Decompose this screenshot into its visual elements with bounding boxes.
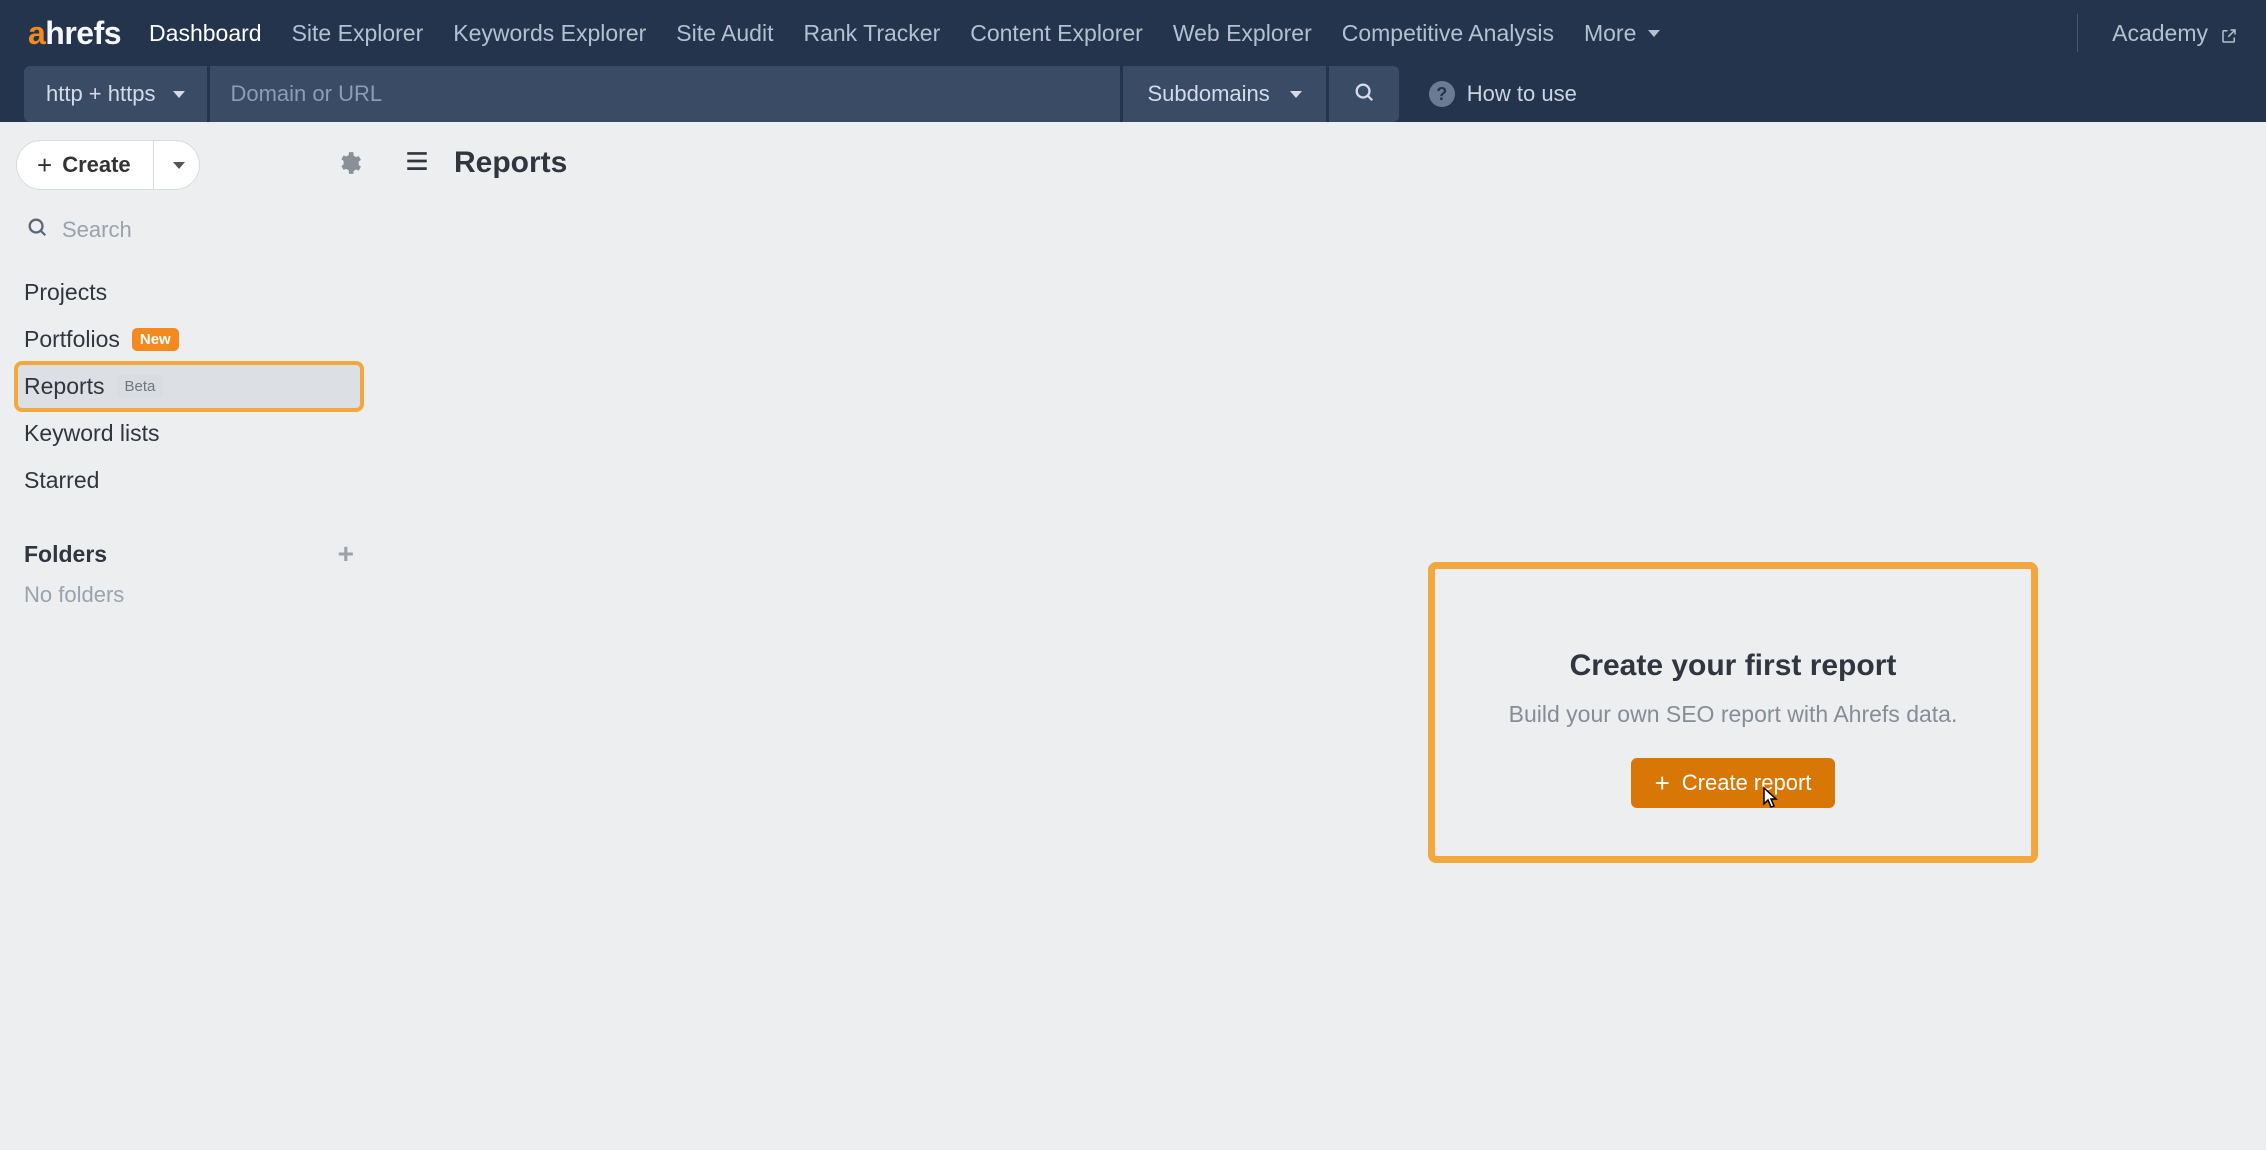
sidebar-search-input[interactable] <box>62 217 352 243</box>
create-label: Create <box>62 152 130 178</box>
nav-divider <box>2077 14 2078 52</box>
logo-letter-a: a <box>28 15 45 52</box>
create-button: + Create <box>16 140 200 190</box>
logo-rest: hrefs <box>45 15 121 52</box>
nav-academy-label: Academy <box>2112 20 2208 47</box>
sidebar-list: Projects Portfolios New Reports Beta Key… <box>16 269 362 504</box>
sidebar-item-keyword-lists[interactable]: Keyword lists <box>16 410 362 457</box>
sidebar: + Create Projects Portfolios <box>0 122 378 1150</box>
sidebar-item-projects[interactable]: Projects <box>16 269 362 316</box>
search-button[interactable] <box>1329 66 1399 122</box>
search-icon <box>1353 81 1375 108</box>
caret-down-icon <box>173 91 185 98</box>
sidebar-item-starred[interactable]: Starred <box>16 457 362 504</box>
top-nav: ahrefs Dashboard Site Explorer Keywords … <box>0 0 2266 66</box>
cursor-icon <box>1757 786 1779 818</box>
caret-down-icon <box>1290 91 1302 98</box>
sidebar-item-label: Portfolios <box>24 326 120 353</box>
folders-empty: No folders <box>16 576 362 614</box>
sidebar-item-portfolios[interactable]: Portfolios New <box>16 316 362 363</box>
mode-label: Subdomains <box>1147 81 1269 107</box>
sidebar-top: + Create <box>16 140 362 190</box>
create-report-label: Create report <box>1682 770 1812 796</box>
main: Reports Create your first report Build y… <box>378 122 2266 1150</box>
url-input[interactable] <box>210 66 1120 122</box>
main-head: Reports <box>402 146 2242 180</box>
body: + Create Projects Portfolios <box>0 122 2266 1150</box>
logo[interactable]: ahrefs <box>28 15 121 52</box>
empty-state-card: Create your first report Build your own … <box>1428 562 2038 863</box>
page-title: Reports <box>454 146 567 180</box>
how-to-use[interactable]: ? How to use <box>1429 81 1577 107</box>
folders-heading-label: Folders <box>24 541 107 568</box>
nav-site-explorer[interactable]: Site Explorer <box>292 20 424 47</box>
search-icon <box>26 216 48 243</box>
plus-icon: + <box>1655 770 1670 796</box>
hamburger-icon <box>402 161 432 178</box>
nav-academy[interactable]: Academy <box>2112 20 2238 47</box>
nav-more[interactable]: More <box>1584 20 1660 47</box>
nav-items: Dashboard Site Explorer Keywords Explore… <box>149 20 2043 47</box>
nav-keywords-explorer[interactable]: Keywords Explorer <box>453 20 646 47</box>
settings-button[interactable] <box>336 150 362 181</box>
search-bar: http + https Subdomains ? How to use <box>0 66 2266 122</box>
sidebar-search[interactable] <box>16 208 362 251</box>
sidebar-item-reports[interactable]: Reports Beta <box>16 363 362 410</box>
nav-competitive-analysis[interactable]: Competitive Analysis <box>1342 20 1554 47</box>
nav-site-audit[interactable]: Site Audit <box>676 20 773 47</box>
empty-state-title: Create your first report <box>1459 649 2007 683</box>
caret-down-icon <box>1648 30 1660 37</box>
caret-down-icon <box>173 162 185 169</box>
badge-beta: Beta <box>117 375 164 398</box>
sidebar-toggle[interactable] <box>402 148 432 179</box>
nav-content-explorer[interactable]: Content Explorer <box>970 20 1143 47</box>
gear-icon <box>336 163 362 180</box>
plus-icon: + <box>37 152 52 178</box>
add-folder-button[interactable]: + <box>338 540 354 568</box>
create-report-button[interactable]: + Create report <box>1631 758 1836 808</box>
mode-select[interactable]: Subdomains <box>1123 66 1325 122</box>
nav-web-explorer[interactable]: Web Explorer <box>1173 20 1312 47</box>
create-button-dropdown[interactable] <box>153 141 199 189</box>
how-to-use-label: How to use <box>1467 81 1577 107</box>
protocol-select[interactable]: http + https <box>24 66 207 122</box>
folders-heading: Folders + <box>16 532 362 576</box>
nav-dashboard[interactable]: Dashboard <box>149 20 262 47</box>
protocol-label: http + https <box>46 81 155 107</box>
external-link-icon <box>2220 24 2238 42</box>
sidebar-item-label: Reports <box>24 373 105 400</box>
badge-new: New <box>132 328 179 351</box>
question-icon: ? <box>1429 81 1455 107</box>
empty-state-subtitle: Build your own SEO report with Ahrefs da… <box>1459 701 2007 728</box>
create-button-main[interactable]: + Create <box>17 152 153 178</box>
nav-rank-tracker[interactable]: Rank Tracker <box>803 20 940 47</box>
nav-more-label: More <box>1584 20 1636 47</box>
